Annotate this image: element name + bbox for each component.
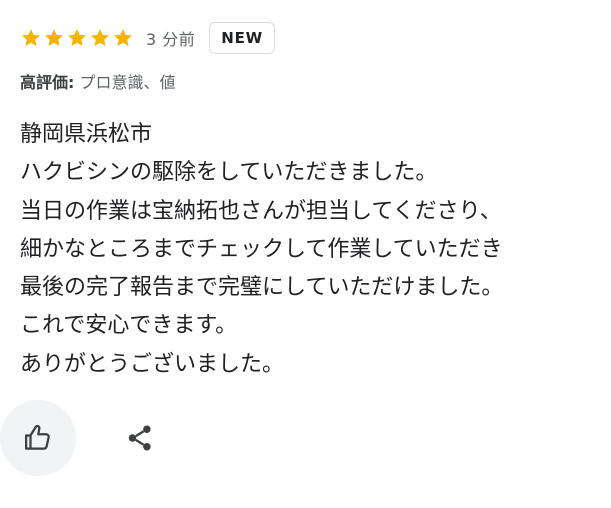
review-body-line: これで安心できます。 [20,313,238,339]
review-body-line: 細かなところまでチェックして作業していただき [20,236,503,262]
star-icon [43,27,65,49]
star-icon [20,27,42,49]
highlights-value: プロ意識、値 [74,73,176,92]
review-time: 3 分前 [146,30,196,49]
share-button[interactable] [102,400,178,476]
review-body-line: ありがとうございました。 [20,351,285,377]
star-icon [66,27,88,49]
review-body-line: 最後の完了報告まで完璧にしていただけました。 [20,275,504,301]
like-button[interactable] [0,400,76,476]
review-body-line: 静岡県浜松市 [20,122,153,147]
highlights-label: 高評価: [20,73,75,92]
review-card: 3 分前 NEW 高評価: プロ意識、値 静岡県浜松市 ハクビシンの駆除をしてい… [0,0,611,508]
thumb-up-icon [23,423,53,453]
review-body-line: ハクビシンの駆除をしていただきました。 [20,160,438,186]
review-highlights: 高評価: プロ意識、値 [20,70,176,96]
star-rating [20,27,134,49]
star-icon [112,27,134,49]
star-icon [89,27,111,49]
review-actions [0,400,611,476]
review-header: 3 分前 NEW [20,20,276,56]
review-body: 静岡県浜松市 ハクビシンの駆除をしていただきました。 当日の作業は宝納拓也さんが… [20,116,600,384]
new-badge: NEW [209,22,276,54]
share-icon [125,423,155,453]
review-body-line: 当日の作業は宝納拓也さんが担当してくださり、 [20,198,502,224]
